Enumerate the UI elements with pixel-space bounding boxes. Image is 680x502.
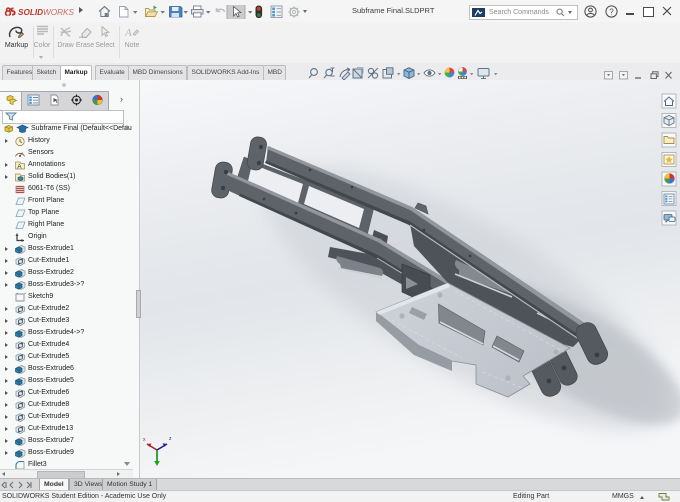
svg-text:?: ? [609,7,614,16]
svg-text:A: A [125,27,132,38]
svg-text:SOLIDWORKS: SOLIDWORKS [18,8,75,17]
